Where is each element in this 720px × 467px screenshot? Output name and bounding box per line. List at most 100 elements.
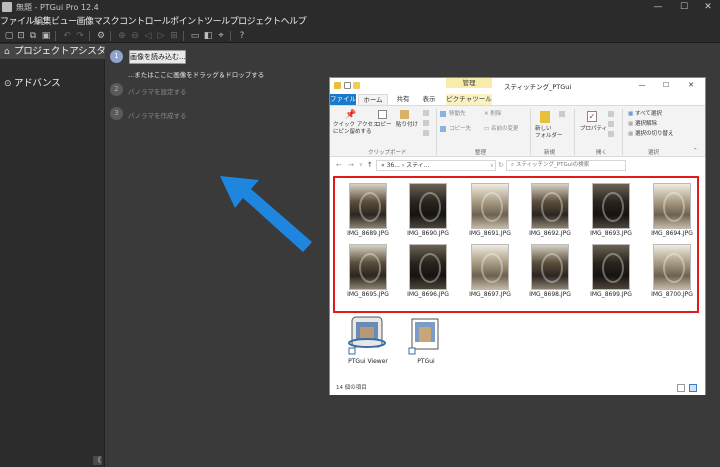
panorama-editor-icon[interactable]: ▭ xyxy=(190,31,200,41)
menu-file[interactable]: ファイル xyxy=(0,15,35,29)
close-button[interactable]: ✕ xyxy=(696,0,720,15)
explorer-close-button[interactable]: ✕ xyxy=(684,80,698,90)
menu-project[interactable]: プロジェクト xyxy=(230,15,282,29)
forward-arrow-icon[interactable]: → xyxy=(348,160,354,170)
select-none-button[interactable]: ▦ 選択解除 xyxy=(628,121,657,128)
sidebar-item-project-assistant[interactable]: ⌂ プロジェクトアシスタント xyxy=(0,44,124,59)
copy-path-icon[interactable] xyxy=(423,120,429,126)
open-project-icon[interactable]: ⊡ xyxy=(16,31,26,41)
recent-dropdown-icon[interactable]: ∨ xyxy=(359,160,363,170)
edit-icon[interactable] xyxy=(608,121,614,127)
new-project-icon[interactable]: ▢ xyxy=(4,31,14,41)
new-folder-icon[interactable] xyxy=(353,82,360,89)
tab-picture-tools[interactable]: ピクチャツール xyxy=(446,94,492,105)
menu-view[interactable]: ビュー xyxy=(51,15,77,29)
invert-selection-button[interactable]: ▦ 選択の切り替え xyxy=(628,131,673,138)
refresh-icon[interactable]: ↻ xyxy=(498,160,504,170)
tab-view[interactable]: 表示 xyxy=(418,94,440,105)
up-arrow-icon[interactable]: ↑ xyxy=(367,160,373,170)
status-bar: 14 個の項目 xyxy=(330,381,705,395)
properties-icon[interactable] xyxy=(344,82,351,89)
home-icon: ⌂ xyxy=(4,47,10,57)
move-to-button[interactable]: 移動先 xyxy=(449,111,466,118)
paste-shortcut-icon[interactable] xyxy=(423,130,429,136)
copy-icon[interactable]: ⧉ xyxy=(28,31,38,41)
redo-icon[interactable]: ↷ xyxy=(75,31,85,41)
shortcut-ptgui[interactable]: PTGui xyxy=(396,313,456,373)
group-organize: 整理 xyxy=(475,150,487,156)
collapse-ribbon-icon[interactable]: ⌃ xyxy=(693,148,698,155)
location-pin-icon[interactable]: ⌖ xyxy=(216,31,226,41)
help-icon[interactable]: ? xyxy=(237,31,247,41)
sidebar: ⌂ プロジェクトアシスタント ⊙ アドバンス xyxy=(0,43,124,467)
menu-images[interactable]: 画像 xyxy=(77,15,95,29)
rename-icon: ▭ xyxy=(484,126,490,132)
save-icon[interactable]: ▣ xyxy=(41,31,51,41)
circle-chevron-icon: ⊙ xyxy=(4,79,12,89)
zoom-in-icon[interactable]: ⊕ xyxy=(117,31,127,41)
rename-button[interactable]: ▭ 名前の変更 xyxy=(484,126,518,133)
explorer-maximize-button[interactable]: ☐ xyxy=(659,80,673,90)
menu-help[interactable]: ヘルプ xyxy=(281,15,307,29)
shortcut-label: PTGui Viewer xyxy=(348,358,388,365)
delete-button[interactable]: ✕ 削除 xyxy=(484,111,501,118)
select-all-icon: ▦ xyxy=(628,111,634,117)
toolbar-divider xyxy=(55,31,56,41)
copy-to-button[interactable]: コピー先 xyxy=(449,126,471,133)
rename-label: 名前の変更 xyxy=(490,126,519,132)
minimize-button[interactable]: — xyxy=(646,0,670,15)
new-item-icon[interactable] xyxy=(559,111,565,117)
paste-button[interactable]: 貼り付け xyxy=(396,122,418,129)
explorer-minimize-button[interactable]: — xyxy=(635,80,649,90)
menu-tools[interactable]: ツール xyxy=(204,15,230,29)
fit-icon[interactable]: ⊞ xyxy=(169,31,179,41)
menu-mask[interactable]: マスク xyxy=(94,15,120,29)
group-select: 選択 xyxy=(648,150,660,156)
ribbon-divider xyxy=(530,109,531,155)
back-arrow-icon[interactable]: ← xyxy=(336,160,342,170)
address-dropdown-icon[interactable]: ∨ xyxy=(490,161,494,171)
item-count: 14 個の項目 xyxy=(336,385,367,391)
explorer-ribbon-tabs: ファイル ホーム 共有 表示 ピクチャツール xyxy=(330,94,705,105)
zoom-out-icon[interactable]: ⊖ xyxy=(130,31,140,41)
menu-bar: ファイル編集ビュー画像マスクコントロールポイントツールプロジェクトヘルプ xyxy=(0,15,720,29)
select-all-button[interactable]: ▦ すべて選択 xyxy=(628,111,662,118)
step-number-2: 2 xyxy=(110,83,123,96)
details-view-icon[interactable] xyxy=(677,384,685,392)
select-none-label: 選択解除 xyxy=(634,121,657,127)
window-title: 無題 - PTGui Pro 12.4 xyxy=(16,3,99,12)
group-clipboard: クリップボード xyxy=(368,150,407,156)
new-folder-button[interactable]: 新しい フォルダー xyxy=(535,126,563,140)
batch-icon[interactable]: ◧ xyxy=(203,31,213,41)
tab-manage[interactable]: 管理 xyxy=(446,78,492,88)
history-icon[interactable] xyxy=(608,131,614,137)
cut-icon[interactable] xyxy=(423,110,429,116)
search-input[interactable]: ⌕ スティッチング_PTGuiの検索 xyxy=(506,160,626,171)
properties-button[interactable]: プロパティ xyxy=(580,126,607,133)
invert-selection-icon: ▦ xyxy=(628,131,634,137)
collapse-sidebar-button[interactable]: 《 xyxy=(93,456,102,465)
large-icons-view-icon[interactable] xyxy=(689,384,697,392)
ptgui-viewer-icon xyxy=(348,316,386,355)
maximize-button[interactable]: ☐ xyxy=(672,0,696,15)
select-none-icon: ▦ xyxy=(628,121,634,127)
shortcut-ptgui-viewer[interactable]: PTGui Viewer xyxy=(338,313,398,373)
load-images-button[interactable]: 画像を読み込む... xyxy=(129,50,186,64)
move-to-icon xyxy=(440,111,446,117)
toolbar: ▢ ⊡ ⧉ ▣ ↶ ↷ ⚙ ⊕ ⊖ ◁ ▷ ⊞ ▭ ◧ ⌖ ? xyxy=(0,29,720,43)
next-icon[interactable]: ▷ xyxy=(156,31,166,41)
undo-icon[interactable]: ↶ xyxy=(62,31,72,41)
tab-file[interactable]: ファイル xyxy=(330,94,356,105)
settings-gear-icon[interactable]: ⚙ xyxy=(96,31,106,41)
menu-edit[interactable]: 編集 xyxy=(34,15,52,29)
tab-home[interactable]: ホーム xyxy=(358,94,388,105)
tab-share[interactable]: 共有 xyxy=(392,94,414,105)
previous-icon[interactable]: ◁ xyxy=(143,31,153,41)
sidebar-item-advanced[interactable]: ⊙ アドバンス xyxy=(0,76,105,91)
pin-to-quick-access-button[interactable]: クイック アクセス にピン留めする xyxy=(333,122,378,136)
menu-control-points[interactable]: コントロールポイント xyxy=(119,15,205,29)
toolbar-divider xyxy=(110,31,111,41)
address-bar[interactable]: « 36... › スティ... xyxy=(376,160,496,171)
copy-button[interactable]: コピー xyxy=(375,122,392,129)
open-icon[interactable] xyxy=(608,111,614,117)
